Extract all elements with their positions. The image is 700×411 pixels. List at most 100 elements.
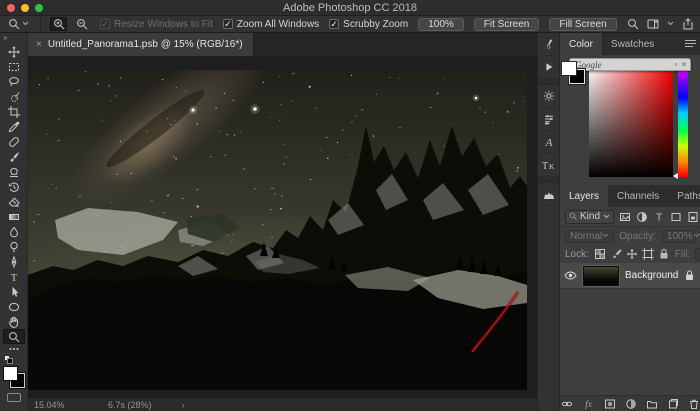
tab-channels[interactable]: Channels [608,185,668,207]
hue-slider-marker[interactable] [673,173,678,179]
filter-shape-layer-icon[interactable] [670,211,682,223]
panorama-image[interactable] [28,70,527,390]
tab-color[interactable]: Color [560,33,602,55]
path-selection-tool[interactable] [3,284,25,299]
lock-all-icon[interactable] [658,248,670,260]
history-brush-tool[interactable] [3,179,25,194]
link-layers-button[interactable] [561,398,573,410]
marquee-tool[interactable] [3,59,25,74]
overlay-minimize-icon[interactable]: ▫ [674,60,677,69]
app-title: Adobe Photoshop CC 2018 [0,2,700,14]
fit-screen-button[interactable]: Fit Screen [474,18,540,31]
zoom-out-mode-button[interactable] [73,17,90,31]
close-tab-icon[interactable]: × [36,39,42,50]
canvas-pasteboard[interactable] [28,56,537,397]
lock-paint-icon[interactable] [610,248,622,260]
panel-menu-icon[interactable] [685,33,700,55]
fill-screen-button[interactable]: Fill Screen [549,18,616,31]
blur-tool[interactable] [3,224,25,239]
foreground-color-swatch[interactable] [3,366,18,381]
filter-kind-dropdown[interactable]: Kind [565,210,614,224]
document-tab[interactable]: × Untitled_Panorama1.psb @ 15% (RGB/16*) [28,33,254,56]
type-icon: T [8,271,20,283]
filter-adjustment-layer-icon[interactable] [636,211,648,223]
add-mask-button[interactable] [604,398,616,410]
adjust-sun-panel-button[interactable] [538,85,559,108]
properties-sliders-panel-button[interactable] [538,108,559,131]
layer-lock-icon[interactable] [685,270,694,281]
status-popup-arrow[interactable]: › [182,400,185,410]
brush-tool[interactable] [3,149,25,164]
crop-tool[interactable] [3,104,25,119]
filter-type-layer-icon[interactable]: T [653,211,665,223]
path-selection-icon [8,286,20,298]
delete-layer-button[interactable] [688,398,700,410]
zoom-all-windows-checkbox[interactable]: ✓ Zoom All Windows [223,19,319,30]
brush-settings-panel-button[interactable]: 5 [538,33,559,56]
histogram-panel-button[interactable] [538,183,559,206]
photoshop-window: Adobe Photoshop CC 2018 ✓ Resize Windows… [0,0,700,411]
fill-dropdown[interactable]: 100% [695,248,700,261]
tool-preset-picker[interactable] [6,18,31,30]
gradient-tool[interactable] [3,209,25,224]
search-icon[interactable] [627,18,639,30]
eyedropper-tool[interactable] [3,119,25,134]
saturation-brightness-field[interactable] [589,67,673,177]
layer-row-background[interactable]: Background [560,263,700,289]
tk-panel-icon: TK [541,159,556,171]
lasso-icon [8,76,20,88]
lock-move-icon[interactable] [626,248,638,260]
healing-brush-tool[interactable] [3,134,25,149]
actions-play-panel-button[interactable] [538,56,559,79]
filter-smart-object-icon[interactable] [687,211,699,223]
eraser-icon [8,196,20,208]
layers-filter-row: Kind T [560,207,700,227]
pen-tool[interactable] [3,254,25,269]
scrubby-zoom-checkbox[interactable]: ✓ Scrubby Zoom [329,19,408,30]
blend-mode-dropdown[interactable]: Normal [565,230,614,243]
opacity-dropdown[interactable]: 100% [662,230,696,243]
hue-slider[interactable] [678,67,688,177]
zoom-100-button[interactable]: 100% [418,18,464,31]
tk-panel-panel-button[interactable]: TK [538,154,559,177]
share-icon[interactable] [682,18,694,30]
tab-paths[interactable]: Paths [668,185,700,207]
svg-text:T: T [10,272,17,283]
hand-tool[interactable] [3,314,25,329]
zoom-tool[interactable] [3,329,25,344]
new-layer-button[interactable] [667,398,679,410]
move-tool[interactable] [3,44,25,59]
layer-thumbnail[interactable] [583,266,619,286]
dodge-tool[interactable] [3,239,25,254]
tab-swatches[interactable]: Swatches [602,33,663,55]
layer-style-fx-button[interactable]: fx [582,398,595,409]
status-bar: 15.04% 6.7s (28%) › [28,397,537,411]
shape-tool[interactable] [3,299,25,314]
default-colors-control[interactable] [4,355,24,364]
tab-layers[interactable]: Layers [560,185,608,207]
chevron-down-icon[interactable] [667,19,674,30]
character-a-panel-button[interactable]: A [538,131,559,154]
zoom-in-mode-button[interactable] [50,17,67,31]
lock-transparency-icon[interactable] [594,248,606,260]
toolbar-expand-button[interactable]: » [0,33,7,44]
edit-toolbar-button[interactable] [3,344,25,355]
workspace-switcher-icon[interactable] [647,18,659,30]
eraser-tool[interactable] [3,194,25,209]
clone-stamp-tool[interactable] [3,164,25,179]
zoom-level-field[interactable]: 15.04% [28,400,80,410]
type-tool[interactable]: T [3,269,25,284]
new-group-button[interactable] [646,398,658,410]
lock-artboard-icon[interactable] [642,248,654,260]
new-adjustment-button[interactable] [625,398,637,410]
resize-windows-checkbox[interactable]: ✓ Resize Windows to Fit [100,19,213,30]
lasso-tool[interactable] [3,74,25,89]
foreground-color-swatch[interactable] [561,61,577,76]
quick-mask-button[interactable] [7,393,21,402]
zoom-tool-icon [8,18,20,30]
layers-empty-area[interactable] [560,289,700,395]
layer-visibility-icon[interactable] [564,270,577,281]
quick-selection-tool[interactable] [3,89,25,104]
overlay-close-icon[interactable]: × [681,60,686,69]
filter-pixel-layer-icon[interactable] [619,211,631,223]
